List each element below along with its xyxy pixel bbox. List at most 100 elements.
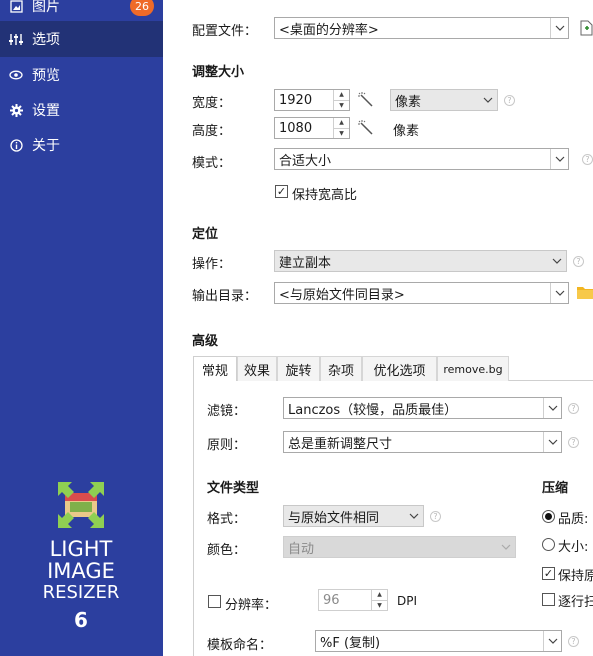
folder-icon[interactable] bbox=[577, 285, 593, 303]
caret-up-icon[interactable]: ▲ bbox=[372, 590, 387, 601]
help-icon[interactable]: ? bbox=[568, 437, 579, 448]
chevron-down-icon bbox=[550, 149, 568, 169]
filetype-section-title: 文件类型 bbox=[207, 481, 260, 496]
caret-down-icon[interactable]: ▼ bbox=[372, 601, 387, 611]
sidebar: 图片 26 选项 预览 设置 关于 LIGHT IMAGE RESIZER 6 bbox=[0, 0, 163, 656]
logo-text-resizer: RESIZER bbox=[42, 582, 120, 603]
help-icon[interactable]: ? bbox=[573, 256, 584, 267]
template-select[interactable]: %F (复制) bbox=[315, 630, 562, 652]
gear-icon bbox=[6, 103, 26, 117]
resolution-checkbox[interactable] bbox=[208, 595, 221, 608]
keep-original-checkbox[interactable]: ✓ bbox=[542, 567, 555, 580]
logo-text-light: LIGHT bbox=[49, 537, 113, 561]
tab-remove-bg[interactable]: remove.bg bbox=[437, 356, 509, 381]
magic-wand-icon[interactable] bbox=[358, 120, 374, 140]
rule-select[interactable]: 总是重新调整尺寸 bbox=[283, 431, 562, 453]
height-label: 高度： bbox=[192, 124, 232, 139]
image-icon bbox=[6, 0, 26, 13]
width-label: 宽度： bbox=[192, 96, 232, 111]
help-icon[interactable]: ? bbox=[568, 636, 579, 647]
mode-select[interactable]: 合适大小 bbox=[274, 148, 569, 170]
eye-icon bbox=[6, 70, 26, 80]
magic-wand-icon[interactable] bbox=[358, 92, 374, 112]
filter-label: 滤镜： bbox=[207, 404, 247, 419]
chevron-down-icon bbox=[405, 506, 423, 526]
resolution-label: 分辨率： bbox=[225, 598, 278, 613]
mode-value: 合适大小 bbox=[279, 153, 332, 169]
resolution-input[interactable]: 96 ▲ ▼ bbox=[318, 589, 388, 611]
quality-radio[interactable] bbox=[542, 510, 555, 523]
filter-select[interactable]: Lanczos（较慢，品质最佳） bbox=[283, 397, 562, 419]
caret-down-icon[interactable]: ▼ bbox=[334, 101, 349, 111]
output-label: 输出目录： bbox=[192, 289, 258, 304]
format-label: 格式： bbox=[207, 512, 247, 527]
add-profile-icon[interactable] bbox=[580, 20, 593, 40]
resize-section-title: 调整大小 bbox=[192, 65, 245, 80]
action-label: 操作： bbox=[192, 257, 232, 272]
filter-value: Lanczos（较慢，品质最佳） bbox=[288, 402, 458, 418]
tab-misc[interactable]: 杂项 bbox=[320, 356, 362, 381]
template-value: %F (复制) bbox=[320, 635, 381, 651]
format-select[interactable]: 与原始文件相同 bbox=[283, 505, 424, 527]
rule-value: 总是重新调整尺寸 bbox=[288, 436, 393, 452]
keep-ratio-checkbox[interactable]: ✓ bbox=[275, 185, 288, 198]
logo-version: 6 bbox=[74, 608, 88, 632]
sidebar-item-about[interactable]: 关于 bbox=[0, 127, 163, 163]
mode-label: 模式： bbox=[192, 156, 232, 171]
template-label: 模板命名： bbox=[207, 638, 273, 653]
sidebar-item-settings[interactable]: 设置 bbox=[0, 92, 163, 128]
action-value: 建立副本 bbox=[279, 255, 332, 271]
output-select[interactable]: <与原始文件同目录> bbox=[274, 282, 569, 304]
sidebar-item-label: 设置 bbox=[32, 103, 60, 119]
logo-mark-icon bbox=[56, 480, 106, 530]
profile-select[interactable]: <桌面的分辨率> bbox=[274, 17, 569, 39]
output-value: <与原始文件同目录> bbox=[279, 287, 405, 303]
width-value: 1920 bbox=[279, 92, 313, 108]
caret-down-icon[interactable]: ▼ bbox=[334, 129, 349, 139]
resolution-unit: DPI bbox=[397, 594, 418, 608]
sidebar-item-label: 图片 bbox=[32, 0, 60, 15]
quality-label: 品质: bbox=[558, 512, 589, 527]
sidebar-item-label: 预览 bbox=[32, 68, 60, 84]
height-unit: 像素 bbox=[393, 124, 420, 139]
color-select[interactable]: 自动 bbox=[283, 536, 516, 558]
color-value: 自动 bbox=[288, 541, 315, 557]
tab-general[interactable]: 常规 bbox=[193, 356, 237, 382]
sidebar-item-preview[interactable]: 预览 bbox=[0, 57, 163, 93]
width-stepper[interactable]: ▲ ▼ bbox=[333, 90, 349, 110]
chevron-down-icon bbox=[497, 537, 515, 557]
tab-optimize[interactable]: 优化选项 bbox=[362, 356, 437, 381]
format-value: 与原始文件相同 bbox=[288, 510, 380, 526]
width-unit-select[interactable]: 像素 bbox=[390, 89, 498, 111]
help-icon[interactable]: ? bbox=[430, 511, 441, 522]
info-icon bbox=[6, 138, 26, 152]
help-icon[interactable]: ? bbox=[568, 403, 579, 414]
width-input[interactable]: 1920 ▲ ▼ bbox=[274, 89, 350, 111]
chevron-down-icon bbox=[479, 90, 497, 110]
advanced-section-title: 高级 bbox=[192, 334, 219, 349]
resolution-stepper[interactable]: ▲ ▼ bbox=[371, 590, 387, 610]
size-label: 大小: bbox=[558, 540, 589, 555]
caret-up-icon[interactable]: ▲ bbox=[334, 118, 349, 129]
keep-ratio-label: 保持宽高比 bbox=[292, 188, 358, 203]
tab-rotate[interactable]: 旋转 bbox=[277, 356, 320, 381]
profile-value: <桌面的分辨率> bbox=[279, 22, 379, 38]
chevron-down-icon bbox=[548, 251, 566, 271]
chevron-down-icon bbox=[543, 398, 561, 418]
action-select[interactable]: 建立副本 bbox=[274, 250, 567, 272]
help-icon[interactable]: ? bbox=[582, 154, 593, 165]
tab-effects[interactable]: 效果 bbox=[237, 356, 277, 381]
position-section-title: 定位 bbox=[192, 227, 219, 242]
app-logo: LIGHT IMAGE RESIZER 6 bbox=[36, 480, 126, 632]
help-icon[interactable]: ? bbox=[504, 95, 515, 106]
logo-text-image: IMAGE bbox=[47, 559, 115, 583]
height-stepper[interactable]: ▲ ▼ bbox=[333, 118, 349, 138]
compression-section-title: 压缩 bbox=[542, 481, 569, 496]
size-radio[interactable] bbox=[542, 538, 555, 551]
progressive-checkbox[interactable] bbox=[542, 593, 555, 606]
caret-up-icon[interactable]: ▲ bbox=[334, 90, 349, 101]
progressive-label: 逐行扫 bbox=[558, 595, 593, 610]
height-value: 1080 bbox=[279, 120, 313, 136]
sidebar-item-options[interactable]: 选项 bbox=[0, 21, 163, 57]
height-input[interactable]: 1080 ▲ ▼ bbox=[274, 117, 350, 139]
